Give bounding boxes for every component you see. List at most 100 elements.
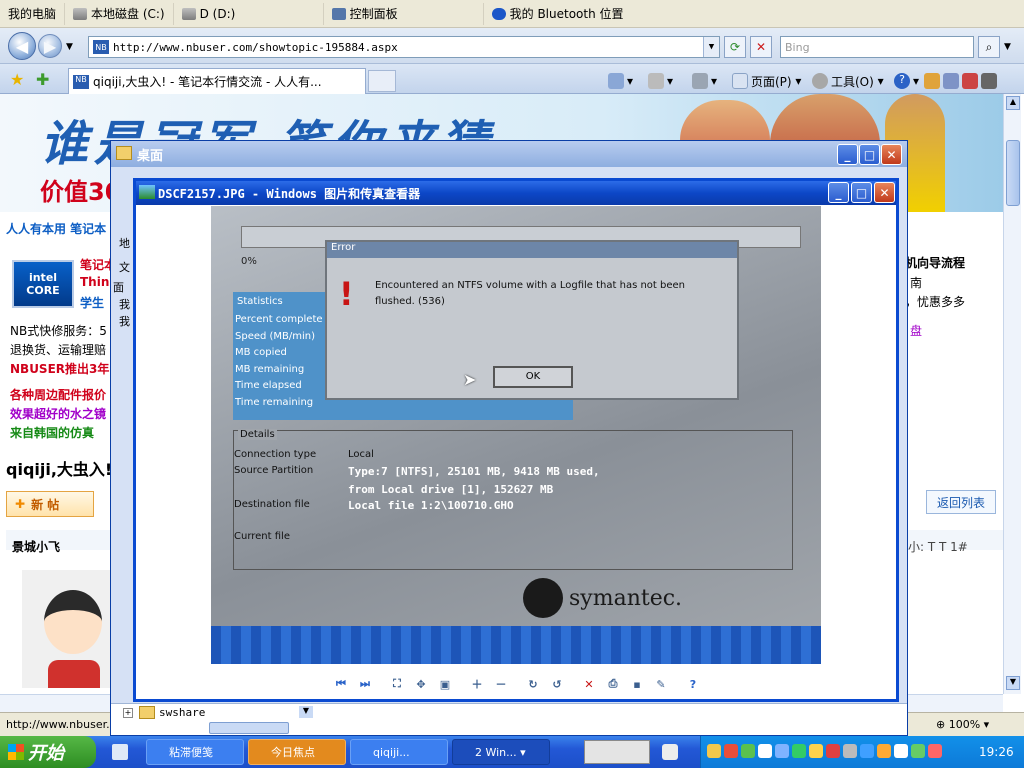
ad-mirror[interactable]: 效果超好的水之镜	[10, 405, 106, 422]
tray-icon[interactable]	[877, 744, 891, 758]
scroll-down-icon[interactable]: ▼	[1006, 676, 1020, 690]
new-tab-button[interactable]	[368, 70, 396, 92]
help-menu[interactable]: ? ▾	[894, 70, 919, 92]
viewer-close-button[interactable]: ✕	[874, 182, 895, 203]
tray-icon[interactable]	[741, 744, 755, 758]
page-menu[interactable]: 页面(P) ▾	[732, 70, 801, 92]
back-button[interactable]: ◀	[8, 32, 36, 60]
task-today-focus[interactable]: 今日焦点	[248, 739, 346, 765]
minimize-button[interactable]: _	[837, 144, 858, 165]
history-dropdown-icon[interactable]: ▼	[66, 42, 73, 52]
promo-line[interactable]: NBUSER推出3年	[10, 360, 109, 377]
avatar-face	[44, 590, 102, 654]
nav-line[interactable]: 人人有本用 笔记本	[6, 220, 106, 237]
addon-icons[interactable]	[924, 70, 1000, 92]
maximize-button[interactable]: □	[859, 144, 880, 165]
viewer-titlebar[interactable]: DSCF2157.JPG - Windows 图片和传真查看器	[136, 181, 896, 205]
intel-core-logo[interactable]: intel CORE	[12, 260, 74, 308]
task-sticky-notes[interactable]: 粘滞便笺	[146, 739, 244, 765]
tray-icon[interactable]	[894, 744, 908, 758]
page-vertical-scrollbar[interactable]: ▲ ▼	[1003, 94, 1021, 694]
forward-button[interactable]: ▶	[38, 34, 62, 58]
address-bar[interactable]: NB http://www.nbuser.com/showtopic-19588…	[88, 36, 720, 58]
tray-icon[interactable]	[860, 744, 874, 758]
picture-viewer-window[interactable]: DSCF2157.JPG - Windows 图片和传真查看器 _ □ ✕ 0%…	[133, 178, 899, 702]
tray-icon[interactable]	[792, 744, 806, 758]
quick-launch-icon[interactable]	[112, 744, 128, 760]
scroll-up-icon[interactable]: ▲	[1006, 96, 1020, 110]
username[interactable]: 景城小飞	[12, 538, 60, 555]
ad-korea[interactable]: 来自韩国的仿真	[10, 424, 94, 441]
print-button[interactable]: ▾	[692, 70, 717, 92]
address-dropdown-icon[interactable]: ▼	[703, 37, 719, 57]
new-post-button[interactable]: ✚ 新 帖	[6, 491, 94, 517]
tray-icon[interactable]	[843, 744, 857, 758]
search-options-icon[interactable]: ▼	[1004, 42, 1011, 52]
task-ie-window[interactable]: qiqiji...	[350, 739, 448, 765]
tree-scroll-thumb[interactable]	[209, 722, 289, 734]
ad-accessories[interactable]: 各种周边配件报价	[10, 386, 106, 403]
start-button[interactable]: 开始	[0, 736, 96, 768]
avatar[interactable]	[22, 570, 112, 688]
favorites-star-icon[interactable]: ★	[10, 70, 24, 89]
print-icon[interactable]: ⎙	[604, 675, 622, 693]
tray-icon[interactable]	[826, 744, 840, 758]
viewer-maximize-button[interactable]: □	[851, 182, 872, 203]
tray-icon[interactable]	[758, 744, 772, 758]
input-method-bar[interactable]	[584, 740, 650, 764]
actual-size-icon[interactable]: ✥	[412, 675, 430, 693]
link-student[interactable]: 学生	[80, 294, 104, 311]
clock[interactable]: 19:26	[979, 745, 1014, 759]
viewer-minimize-button[interactable]: _	[828, 182, 849, 203]
desktop-window-titlebar[interactable]: 桌面	[111, 141, 907, 167]
back-to-list-button[interactable]: 返回列表	[926, 490, 996, 514]
zoom-out-icon[interactable]: －	[492, 675, 510, 693]
best-fit-icon[interactable]: ⛶	[388, 675, 406, 693]
drive-icon	[181, 7, 196, 20]
search-button[interactable]: ⌕	[978, 36, 1000, 58]
tray-arrow-icon[interactable]	[662, 744, 678, 760]
tray-icon[interactable]	[775, 744, 789, 758]
tree-expand-icon[interactable]: +	[123, 708, 133, 718]
zoom-in-icon[interactable]: ＋	[468, 675, 486, 693]
quick-my-computer[interactable]: 我的电脑	[0, 2, 66, 25]
home-button[interactable]: ▾	[608, 70, 633, 92]
folder-swshare[interactable]: swshare	[159, 706, 205, 719]
task-explorer-group[interactable]: 2 Win... ▾	[452, 739, 550, 765]
stop-button[interactable]: ✕	[750, 36, 772, 58]
slideshow-icon[interactable]: ▣	[436, 675, 454, 693]
quick-bluetooth[interactable]: 我的 Bluetooth 位置	[484, 3, 632, 25]
next-icon[interactable]: ⏭	[356, 675, 374, 693]
folder-tree: + swshare ▼	[111, 703, 907, 735]
refresh-button[interactable]: ⟳	[724, 36, 746, 58]
tray-icon[interactable]	[707, 744, 721, 758]
zoom-level[interactable]: ⊕ 100% ▾	[936, 718, 989, 731]
right-link[interactable]: 盘	[910, 322, 922, 339]
rotate-cw-icon[interactable]: ↻	[524, 675, 542, 693]
right-guide-title[interactable]: 机向导流程	[905, 254, 965, 271]
tray-icon[interactable]	[911, 744, 925, 758]
search-input[interactable]: Bing	[780, 36, 974, 58]
close-button[interactable]: ✕	[881, 144, 902, 165]
scroll-thumb[interactable]	[1006, 140, 1020, 206]
edit-icon[interactable]: ✎	[652, 675, 670, 693]
quick-control-panel[interactable]: 控制面板	[324, 2, 484, 25]
tray-icon[interactable]	[928, 744, 942, 758]
tree-dropdown-icon[interactable]: ▼	[299, 706, 313, 718]
link-thinkpad[interactable]: Thin	[80, 275, 109, 289]
tab-current-page[interactable]: NB qiqiji,大虫入! - 笔记本行情交流 - 人人有...	[68, 68, 366, 94]
rotate-ccw-icon[interactable]: ↺	[548, 675, 566, 693]
prev-icon[interactable]: ⏮	[332, 675, 350, 693]
quick-drive-d[interactable]: D (D:)	[174, 2, 324, 25]
quick-drive-c[interactable]: 本地磁盘 (C:)	[65, 2, 174, 25]
help-icon[interactable]: ?	[684, 675, 702, 693]
feeds-button[interactable]: ▾	[648, 70, 673, 92]
add-favorite-icon[interactable]: ✚	[36, 70, 49, 89]
font-size-controls[interactable]: 小: T T 1#	[908, 538, 968, 555]
tray-icon[interactable]	[724, 744, 738, 758]
address-toolbar: ◀ ▶ ▼ NB http://www.nbuser.com/showtopic…	[0, 28, 1024, 64]
delete-icon[interactable]: ✕	[580, 675, 598, 693]
tools-menu[interactable]: 工具(O) ▾	[812, 70, 884, 92]
tray-icon[interactable]	[809, 744, 823, 758]
save-icon[interactable]: ▪	[628, 675, 646, 693]
